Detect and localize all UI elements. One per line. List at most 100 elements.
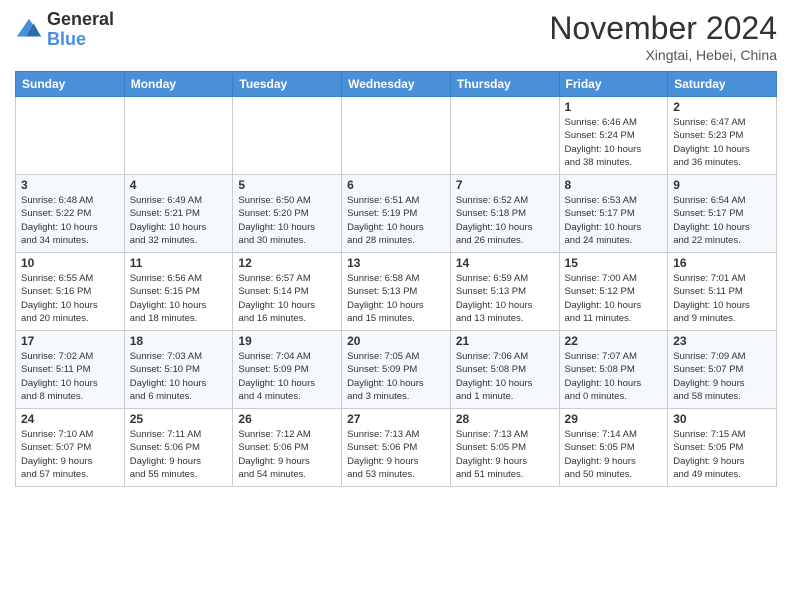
calendar-cell: [124, 97, 233, 175]
page-container: General Blue November 2024 Xingtai, Hebe…: [0, 0, 792, 492]
calendar-week-row: 1 Sunrise: 6:46 AM Sunset: 5:24 PM Daylig…: [16, 97, 777, 175]
logo-icon: [15, 16, 43, 44]
day-number: 4: [130, 178, 228, 192]
calendar-cell: 5 Sunrise: 6:50 AM Sunset: 5:20 PM Daylig…: [233, 175, 342, 253]
day-info: Sunrise: 6:58 AM Sunset: 5:13 PM Dayligh…: [347, 272, 445, 325]
month-title: November 2024: [549, 10, 777, 47]
header-friday: Friday: [559, 72, 668, 97]
title-block: November 2024 Xingtai, Hebei, China: [549, 10, 777, 63]
header-thursday: Thursday: [450, 72, 559, 97]
day-info: Sunrise: 7:03 AM Sunset: 5:10 PM Dayligh…: [130, 350, 228, 403]
calendar-cell: 25 Sunrise: 7:11 AM Sunset: 5:06 PM Dayli…: [124, 409, 233, 487]
day-number: 15: [565, 256, 663, 270]
calendar-cell: 8 Sunrise: 6:53 AM Sunset: 5:17 PM Daylig…: [559, 175, 668, 253]
day-number: 14: [456, 256, 554, 270]
day-number: 3: [21, 178, 119, 192]
day-info: Sunrise: 6:59 AM Sunset: 5:13 PM Dayligh…: [456, 272, 554, 325]
day-number: 16: [673, 256, 771, 270]
calendar-cell: 2 Sunrise: 6:47 AM Sunset: 5:23 PM Daylig…: [668, 97, 777, 175]
day-number: 29: [565, 412, 663, 426]
day-info: Sunrise: 6:50 AM Sunset: 5:20 PM Dayligh…: [238, 194, 336, 247]
day-number: 19: [238, 334, 336, 348]
calendar-week-row: 17 Sunrise: 7:02 AM Sunset: 5:11 PM Dayli…: [16, 331, 777, 409]
calendar-cell: [233, 97, 342, 175]
day-number: 20: [347, 334, 445, 348]
header-tuesday: Tuesday: [233, 72, 342, 97]
day-info: Sunrise: 6:57 AM Sunset: 5:14 PM Dayligh…: [238, 272, 336, 325]
calendar-week-row: 3 Sunrise: 6:48 AM Sunset: 5:22 PM Daylig…: [16, 175, 777, 253]
day-info: Sunrise: 7:02 AM Sunset: 5:11 PM Dayligh…: [21, 350, 119, 403]
calendar-cell: 28Sunrise: 7:13 AM Sunset: 5:05 PM Dayli…: [450, 409, 559, 487]
logo-general-text: General: [47, 9, 114, 29]
day-number: 11: [130, 256, 228, 270]
day-number: 30: [673, 412, 771, 426]
calendar-cell: 6 Sunrise: 6:51 AM Sunset: 5:19 PM Daylig…: [342, 175, 451, 253]
day-info: Sunrise: 7:15 AM Sunset: 5:05 PM Dayligh…: [673, 428, 771, 481]
calendar-cell: 26 Sunrise: 7:12 AM Sunset: 5:06 PM Dayli…: [233, 409, 342, 487]
calendar-cell: 22Sunrise: 7:07 AM Sunset: 5:08 PM Dayli…: [559, 331, 668, 409]
calendar-cell: 1 Sunrise: 6:46 AM Sunset: 5:24 PM Daylig…: [559, 97, 668, 175]
day-number: 6: [347, 178, 445, 192]
location: Xingtai, Hebei, China: [549, 47, 777, 63]
calendar-cell: [16, 97, 125, 175]
calendar-cell: 20 Sunrise: 7:05 AM Sunset: 5:09 PM Dayli…: [342, 331, 451, 409]
day-number: 27: [347, 412, 445, 426]
day-info: Sunrise: 7:06 AM Sunset: 5:08 PM Dayligh…: [456, 350, 554, 403]
calendar-cell: 27 Sunrise: 7:13 AM Sunset: 5:06 PM Dayli…: [342, 409, 451, 487]
day-info: Sunrise: 7:10 AM Sunset: 5:07 PM Dayligh…: [21, 428, 119, 481]
calendar-cell: 7Sunrise: 6:52 AM Sunset: 5:18 PM Daylig…: [450, 175, 559, 253]
day-info: Sunrise: 7:05 AM Sunset: 5:09 PM Dayligh…: [347, 350, 445, 403]
calendar-cell: 16 Sunrise: 7:01 AM Sunset: 5:11 PM Dayli…: [668, 253, 777, 331]
day-number: 1: [565, 100, 663, 114]
calendar-cell: 15 Sunrise: 7:00 AM Sunset: 5:12 PM Dayli…: [559, 253, 668, 331]
day-info: Sunrise: 7:13 AM Sunset: 5:05 PM Dayligh…: [456, 428, 554, 481]
calendar-cell: 10 Sunrise: 6:55 AM Sunset: 5:16 PM Dayli…: [16, 253, 125, 331]
page-header: General Blue November 2024 Xingtai, Hebe…: [15, 10, 777, 63]
day-info: Sunrise: 7:11 AM Sunset: 5:06 PM Dayligh…: [130, 428, 228, 481]
day-info: Sunrise: 7:13 AM Sunset: 5:06 PM Dayligh…: [347, 428, 445, 481]
calendar-cell: 30 Sunrise: 7:15 AM Sunset: 5:05 PM Dayli…: [668, 409, 777, 487]
weekday-header-row: Sunday Monday Tuesday Wednesday Thursday…: [16, 72, 777, 97]
header-monday: Monday: [124, 72, 233, 97]
day-info: Sunrise: 6:53 AM Sunset: 5:17 PM Dayligh…: [565, 194, 663, 247]
day-number: 21: [456, 334, 554, 348]
logo-blue-text: Blue: [47, 29, 86, 49]
day-number: 7: [456, 178, 554, 192]
calendar-week-row: 24 Sunrise: 7:10 AM Sunset: 5:07 PM Dayli…: [16, 409, 777, 487]
day-number: 5: [238, 178, 336, 192]
calendar-cell: [450, 97, 559, 175]
calendar-cell: 23 Sunrise: 7:09 AM Sunset: 5:07 PM Dayli…: [668, 331, 777, 409]
day-number: 23: [673, 334, 771, 348]
day-info: Sunrise: 6:48 AM Sunset: 5:22 PM Dayligh…: [21, 194, 119, 247]
day-number: 12: [238, 256, 336, 270]
day-number: 9: [673, 178, 771, 192]
day-number: 22: [565, 334, 663, 348]
day-number: 10: [21, 256, 119, 270]
calendar-cell: 4Sunrise: 6:49 AM Sunset: 5:21 PM Daylig…: [124, 175, 233, 253]
day-number: 24: [21, 412, 119, 426]
day-number: 2: [673, 100, 771, 114]
day-info: Sunrise: 7:12 AM Sunset: 5:06 PM Dayligh…: [238, 428, 336, 481]
logo: General Blue: [15, 10, 114, 50]
calendar-cell: 17 Sunrise: 7:02 AM Sunset: 5:11 PM Dayli…: [16, 331, 125, 409]
day-number: 18: [130, 334, 228, 348]
calendar-cell: 19Sunrise: 7:04 AM Sunset: 5:09 PM Dayli…: [233, 331, 342, 409]
day-number: 8: [565, 178, 663, 192]
day-info: Sunrise: 7:09 AM Sunset: 5:07 PM Dayligh…: [673, 350, 771, 403]
day-number: 26: [238, 412, 336, 426]
day-info: Sunrise: 7:01 AM Sunset: 5:11 PM Dayligh…: [673, 272, 771, 325]
day-number: 17: [21, 334, 119, 348]
day-number: 25: [130, 412, 228, 426]
day-info: Sunrise: 6:55 AM Sunset: 5:16 PM Dayligh…: [21, 272, 119, 325]
day-info: Sunrise: 7:00 AM Sunset: 5:12 PM Dayligh…: [565, 272, 663, 325]
day-number: 13: [347, 256, 445, 270]
calendar-cell: 18 Sunrise: 7:03 AM Sunset: 5:10 PM Dayli…: [124, 331, 233, 409]
calendar-cell: 29Sunrise: 7:14 AM Sunset: 5:05 PM Dayli…: [559, 409, 668, 487]
day-info: Sunrise: 6:51 AM Sunset: 5:19 PM Dayligh…: [347, 194, 445, 247]
calendar-cell: 12 Sunrise: 6:57 AM Sunset: 5:14 PM Dayli…: [233, 253, 342, 331]
day-info: Sunrise: 6:46 AM Sunset: 5:24 PM Dayligh…: [565, 116, 663, 169]
day-info: Sunrise: 6:47 AM Sunset: 5:23 PM Dayligh…: [673, 116, 771, 169]
header-wednesday: Wednesday: [342, 72, 451, 97]
calendar-cell: 24 Sunrise: 7:10 AM Sunset: 5:07 PM Dayli…: [16, 409, 125, 487]
calendar-cell: 9Sunrise: 6:54 AM Sunset: 5:17 PM Daylig…: [668, 175, 777, 253]
